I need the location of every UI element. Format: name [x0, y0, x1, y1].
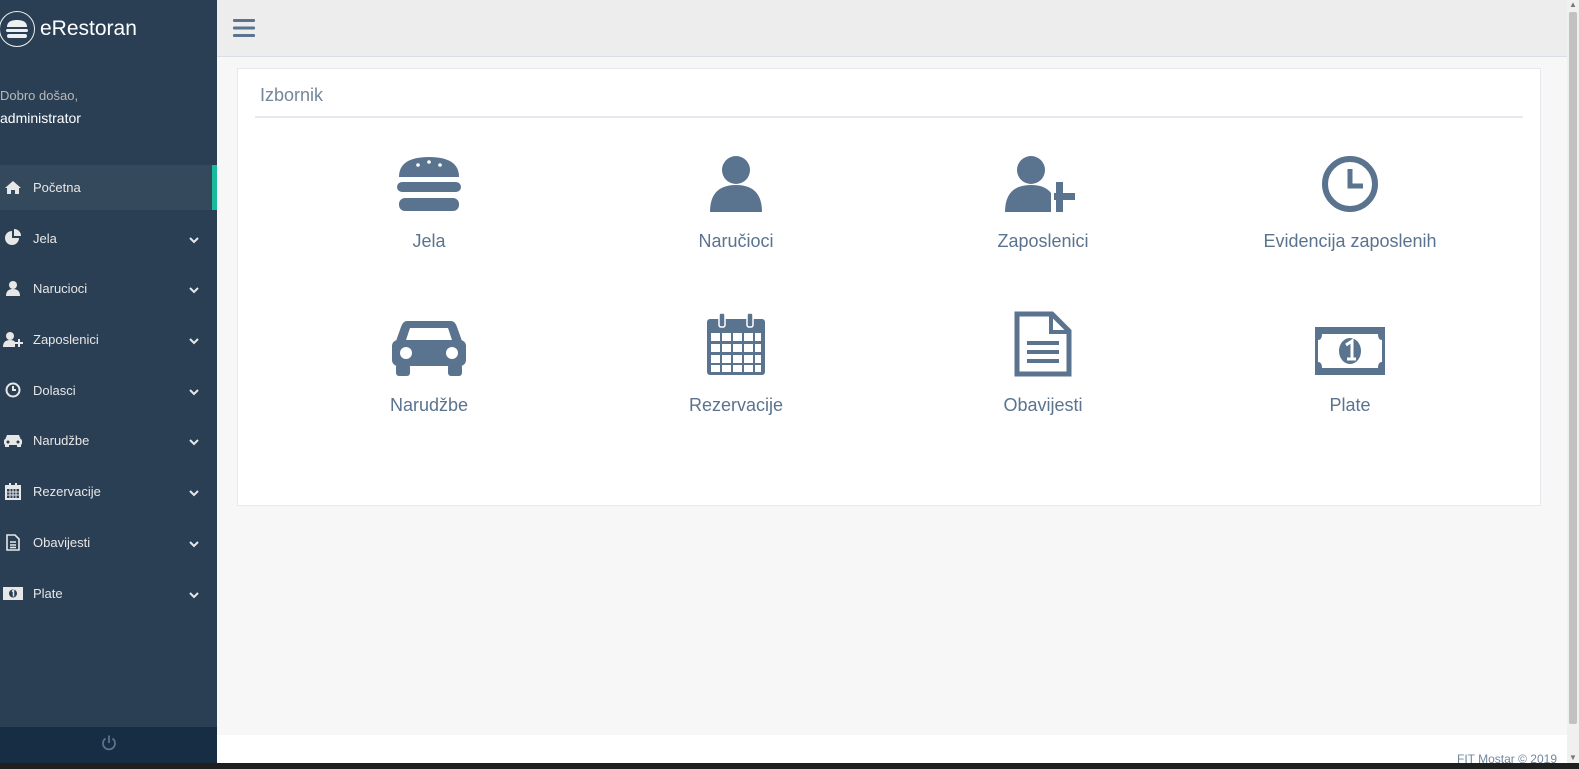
tile-narudzbe[interactable]: Narudžbe: [304, 315, 554, 416]
tile-label: Rezervacije: [688, 395, 784, 415]
sidebar-item-narucioci[interactable]: Narucioci: [0, 266, 217, 311]
money-icon: [3, 584, 23, 602]
sidebar-menu: Početna Jela Narucioci Zaposlenici Dolas…: [0, 165, 217, 616]
user-plus-icon: [918, 151, 1168, 213]
menu-toggle-icon[interactable]: [233, 17, 255, 39]
page-footer: FIT Mostar © 2019: [217, 735, 1567, 766]
sidebar-footer: [0, 727, 217, 763]
sidebar: eRestoran Dobro došao, administrator Poč…: [0, 0, 217, 763]
chevron-down-icon: [189, 333, 199, 348]
sidebar-item-zaposlenici[interactable]: Zaposlenici: [0, 317, 217, 362]
tile-narucioci[interactable]: Naručioci: [611, 151, 861, 252]
home-icon: [3, 179, 23, 197]
welcome-block: Dobro došao, administrator: [0, 57, 217, 165]
tile-plate[interactable]: Plate: [1225, 315, 1475, 416]
car-icon: [304, 315, 554, 377]
tile-label: Plate: [1329, 395, 1371, 415]
tile-evidencija[interactable]: Evidencija zaposlenih: [1225, 151, 1475, 252]
chevron-down-icon: [189, 485, 199, 500]
panel-title: Izbornik: [260, 85, 324, 105]
power-icon[interactable]: [100, 734, 118, 757]
user-icon: [3, 280, 23, 298]
pie-chart-icon: [3, 229, 23, 247]
chevron-down-icon: [189, 587, 199, 602]
welcome-greeting: Dobro došao,: [0, 88, 79, 103]
sidebar-item-jela[interactable]: Jela: [0, 216, 217, 261]
document-icon: [918, 311, 1168, 377]
sidebar-item-pocetna[interactable]: Početna: [0, 165, 217, 210]
tile-label: Narudžbe: [389, 395, 469, 415]
chevron-down-icon: [189, 384, 199, 399]
sidebar-item-narudzbe[interactable]: Narudžbe: [0, 418, 217, 463]
money-icon: [1225, 315, 1475, 377]
tile-jela[interactable]: Jela: [304, 151, 554, 252]
tile-rezervacije[interactable]: Rezervacije: [611, 313, 861, 416]
welcome-username: administrator: [0, 110, 81, 126]
window-bottom-edge: [0, 763, 1579, 769]
chevron-down-icon: [189, 434, 199, 449]
menu-panel: Izbornik Jela Naručioci Zaposlenici Evid…: [237, 68, 1541, 506]
tile-obavijesti[interactable]: Obavijesti: [918, 311, 1168, 416]
top-nav: [217, 0, 1567, 57]
calendar-icon: [3, 483, 23, 501]
chevron-down-icon: [189, 232, 199, 247]
scroll-up-icon[interactable]: ▲: [1569, 1, 1577, 9]
scroll-thumb[interactable]: [1569, 12, 1577, 724]
tile-label: Zaposlenici: [997, 231, 1089, 251]
sidebar-item-label: Početna: [33, 180, 81, 195]
tile-label: Evidencija zaposlenih: [1263, 231, 1437, 251]
vertical-scrollbar[interactable]: ▲ ▼: [1567, 0, 1579, 763]
divider: [255, 116, 1523, 118]
sidebar-item-obavijesti[interactable]: Obavijesti: [0, 520, 217, 565]
scroll-down-icon[interactable]: ▼: [1569, 754, 1577, 762]
burger-icon: [0, 10, 35, 47]
chevron-down-icon: [189, 282, 199, 297]
sidebar-item-plate[interactable]: Plate: [0, 571, 217, 616]
brand-title: eRestoran: [40, 16, 137, 40]
tile-label: Obavijesti: [1003, 395, 1083, 415]
sidebar-item-dolasci[interactable]: Dolasci: [0, 368, 217, 413]
tile-label: Naručioci: [698, 231, 774, 251]
brand[interactable]: eRestoran: [0, 0, 217, 57]
document-icon: [3, 533, 23, 551]
car-icon: [3, 432, 23, 450]
tile-zaposlenici[interactable]: Zaposlenici: [918, 151, 1168, 252]
sidebar-item-rezervacije[interactable]: Rezervacije: [0, 469, 217, 514]
chevron-down-icon: [189, 536, 199, 551]
clock-icon: [3, 381, 23, 399]
clock-icon: [1225, 151, 1475, 213]
burger-icon: [304, 151, 554, 213]
calendar-icon: [611, 313, 861, 377]
user-icon: [611, 151, 861, 213]
tile-label: Jela: [412, 231, 446, 251]
user-plus-icon: [3, 331, 23, 349]
